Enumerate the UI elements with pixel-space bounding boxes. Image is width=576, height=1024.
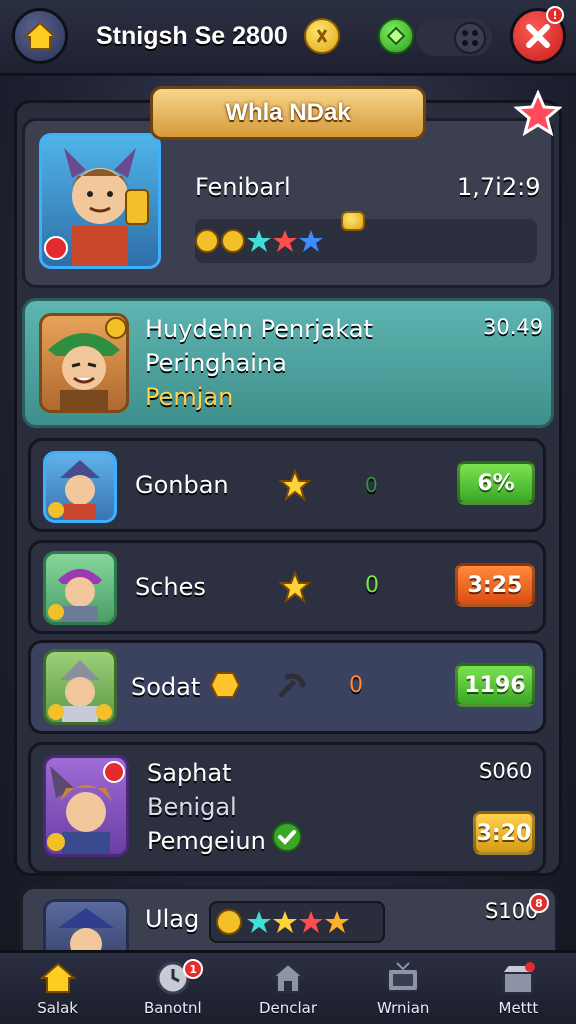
nav-label: Salak (37, 998, 78, 1017)
progress-slider[interactable] (341, 211, 365, 231)
top-title: Stnigsh Se 2800 (96, 22, 288, 50)
player-name: Sodat (131, 673, 201, 701)
rewards-row-icon (195, 229, 323, 253)
nav-label: Denclar (258, 998, 318, 1017)
star-icon (279, 469, 311, 501)
player-name: Saphat (147, 759, 232, 787)
row-mid-value: 0 (365, 473, 378, 497)
highlighted-row[interactable]: Huydehn Penrjakat Peringhaina Pemjan 30.… (22, 298, 554, 428)
row-value-pill: 6% (457, 461, 535, 505)
top-bar: Stnigsh Se 2800 ! (0, 0, 576, 76)
row-value-pill: 1196 (455, 663, 535, 707)
nav-item-denclar[interactable]: Denclar (230, 953, 345, 1024)
highlight-value: 30.49 (483, 315, 544, 339)
player-avatar (43, 649, 117, 725)
notification-badge: 8 (529, 893, 549, 913)
highlight-rank: Pemjan (145, 383, 234, 411)
nav-label: Mettt (498, 998, 539, 1017)
bottom-nav: Salak 1 Banotnl Denclar Wrnian Mettt (0, 950, 576, 1024)
player-name: Sches (135, 573, 206, 601)
player-name: Gonban (135, 471, 229, 499)
nav-label: Banotnl (143, 998, 202, 1017)
gold-coin-icon (209, 672, 241, 698)
nav-item-salak[interactable]: Salak (0, 953, 115, 1024)
leaderboard-row[interactable]: Sodat 0 1196 (28, 640, 546, 734)
player-avatar (43, 755, 129, 857)
house-icon (270, 962, 306, 993)
close-icon (526, 24, 550, 48)
player-name: Fenibarl (195, 173, 291, 201)
gold-coin-icon (304, 18, 340, 54)
home-icon (23, 21, 57, 50)
player-avatar (43, 451, 117, 523)
highlight-subtitle: Peringhaina (145, 349, 287, 377)
row-value-pill: 3:20 (473, 811, 535, 855)
nav-item-mettt[interactable]: Mettt (461, 953, 576, 1024)
leaderboard-row[interactable]: Sches 0 3:25 (28, 540, 546, 634)
row-mid-value: 0 (349, 673, 363, 698)
menu-dots-icon[interactable] (454, 22, 486, 54)
player-rank: Pemgeiun (147, 827, 266, 855)
nav-item-wrnian[interactable]: Wrnian (346, 953, 461, 1024)
panel-banner: Whla NDak (150, 86, 426, 140)
row-mid-value: 0 (365, 573, 379, 598)
row-top-value: S060 (479, 759, 533, 783)
star-badge-icon[interactable] (514, 90, 562, 138)
player-header-card: Fenibarl 1,7i2:9 (22, 118, 554, 288)
leaderboard-row[interactable]: Gonban 0 6% (28, 438, 546, 532)
highlight-title: Huydehn Penrjakat (145, 315, 373, 343)
star-icon (279, 571, 311, 603)
player-avatar (43, 551, 117, 625)
tv-icon (387, 961, 420, 992)
player-title: Benigal (147, 793, 237, 821)
check-icon (272, 822, 302, 852)
nav-label: Wrnian (376, 998, 430, 1017)
home-button[interactable] (12, 8, 68, 64)
hero-avatar (39, 133, 161, 269)
rewards-row-icon (216, 909, 349, 935)
player-avatar (39, 313, 129, 413)
player-name: Ulag (145, 905, 200, 933)
nav-item-banotnl[interactable]: 1 Banotnl (115, 953, 230, 1024)
close-badge: ! (546, 6, 564, 24)
shop-icon (500, 961, 537, 994)
home-icon (39, 962, 76, 993)
pickaxe-icon (278, 673, 306, 698)
green-gem-icon (378, 18, 414, 54)
row-value-pill: 3:25 (455, 563, 535, 607)
nav-badge: 1 (183, 959, 204, 979)
leaderboard-row[interactable]: Saphat Benigal Pemgeiun S060 3:20 (28, 742, 546, 874)
player-score: 1,7i2:9 (457, 173, 541, 201)
